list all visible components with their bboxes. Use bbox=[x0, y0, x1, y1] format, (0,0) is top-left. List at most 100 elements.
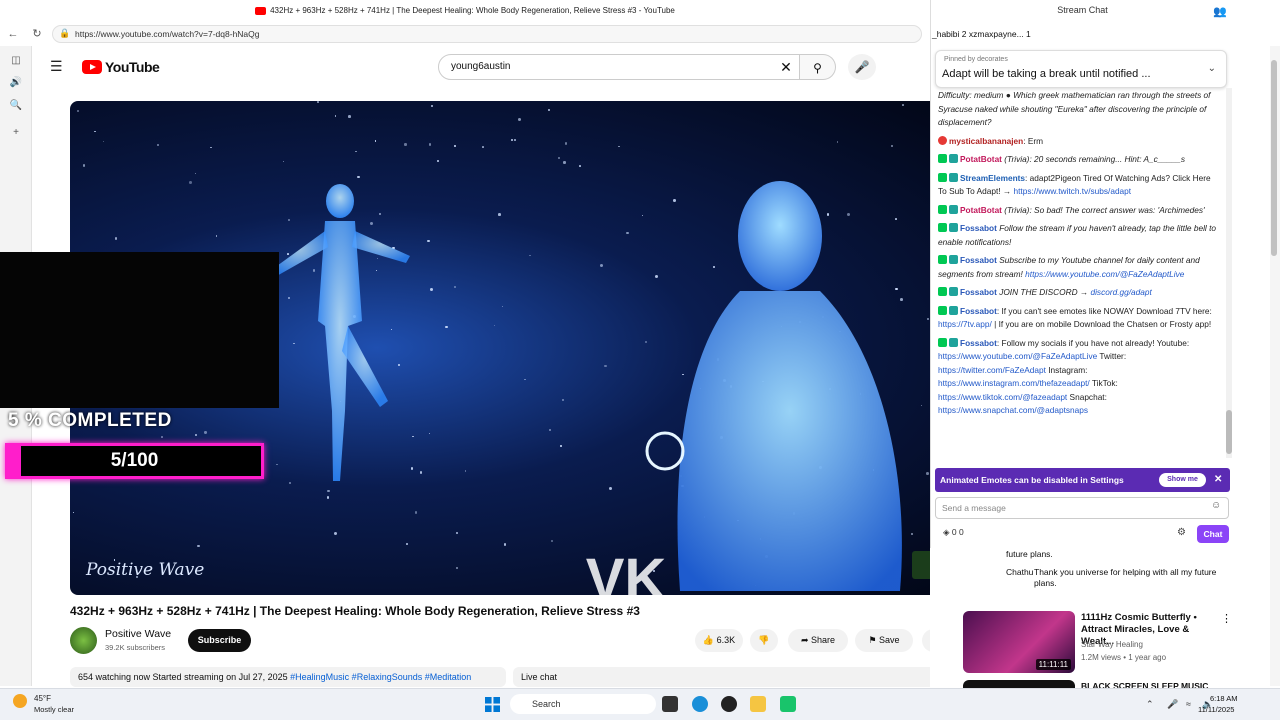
chat-username[interactable]: Fossabot bbox=[960, 338, 997, 348]
chat-username[interactable]: Fossabot bbox=[960, 287, 997, 297]
channel-avatar[interactable] bbox=[70, 627, 97, 654]
chat-link[interactable]: https://7tv.app/ bbox=[938, 319, 992, 329]
search-input[interactable]: young6austin bbox=[438, 54, 800, 80]
chevron-down-icon[interactable]: ⌄ bbox=[1208, 63, 1216, 74]
channel-points[interactable]: ◈ 0 0 bbox=[943, 527, 964, 538]
star bbox=[456, 567, 458, 569]
chat-scrollbar-thumb[interactable] bbox=[1226, 410, 1232, 454]
pinned-message[interactable]: Pinned by decorates Adapt will be taking… bbox=[935, 50, 1227, 88]
chat-send-button[interactable]: Chat bbox=[1197, 525, 1229, 543]
chat-username[interactable]: PotatBotat bbox=[960, 205, 1002, 215]
clock-date[interactable]: 11/11/2025 bbox=[1198, 705, 1234, 714]
description-box[interactable]: 654 watching now Started streaming on Ju… bbox=[70, 667, 506, 687]
star bbox=[564, 142, 568, 146]
recommended-video-channel[interactable]: Star Way Healing bbox=[1081, 640, 1143, 649]
chat-link[interactable]: https://www.twitch.tv/subs/adapt bbox=[1014, 186, 1132, 196]
star bbox=[102, 140, 104, 143]
gear-icon[interactable]: ⚙ bbox=[1177, 527, 1186, 538]
weather-description[interactable]: Mostly clear bbox=[34, 705, 74, 714]
recommended-video-thumbnail[interactable]: 11:11:11 bbox=[963, 611, 1075, 673]
emoji-picker-icon[interactable]: ☺ bbox=[1211, 500, 1221, 511]
chat-username[interactable]: Fossabot bbox=[960, 306, 997, 316]
chat-link[interactable]: https://www.tiktok.com/@fazeadapt bbox=[938, 392, 1067, 402]
clock-time[interactable]: 6:18 AM bbox=[1210, 694, 1238, 703]
chat-users-icon[interactable]: 👥 bbox=[1213, 5, 1227, 18]
task-view-icon[interactable] bbox=[662, 696, 678, 712]
chevron-up-icon[interactable]: ⌃ bbox=[1146, 699, 1154, 710]
recommended-video-thumbnail[interactable] bbox=[963, 680, 1075, 688]
search-sidebar-icon[interactable]: 🔍 bbox=[7, 97, 25, 115]
more-vertical-icon[interactable]: ⋮ bbox=[1221, 612, 1232, 625]
weather-temperature[interactable]: 45°F bbox=[34, 694, 51, 703]
star bbox=[626, 231, 629, 235]
file-explorer-icon[interactable] bbox=[750, 696, 766, 712]
windows-start-icon[interactable] bbox=[485, 697, 500, 712]
chat-link[interactable]: https://www.snapchat.com/@adaptsnaps bbox=[938, 405, 1088, 415]
channel-name[interactable]: Positive Wave bbox=[105, 628, 171, 640]
chat-username[interactable]: Fossabot bbox=[960, 223, 997, 233]
hamburger-menu-icon[interactable]: ☰ bbox=[50, 58, 66, 74]
star bbox=[161, 436, 163, 439]
search-button[interactable]: ⚲ bbox=[800, 54, 836, 80]
live-chat-snippet-user[interactable]: Chathu bbox=[1006, 567, 1033, 577]
lock-icon: 🔒 bbox=[59, 28, 71, 38]
save-button[interactable]: ⚑ Save bbox=[855, 629, 913, 652]
youtube-logo[interactable]: YouTube bbox=[82, 59, 160, 75]
message-text: | If you are on mobile Download the Chat… bbox=[991, 319, 1212, 329]
user-badge-icon bbox=[938, 135, 947, 145]
voice-search-button[interactable]: 🎤 bbox=[848, 54, 876, 80]
star bbox=[355, 150, 357, 152]
back-arrow-icon[interactable]: ← bbox=[4, 25, 22, 43]
close-icon[interactable]: ✕ bbox=[1214, 468, 1222, 492]
message-text: Erm bbox=[1025, 135, 1044, 146]
message-text: : If you can't see emotes like NOWAY Dow… bbox=[996, 305, 1212, 316]
chat-username[interactable]: Fossabot bbox=[960, 255, 997, 265]
chat-link[interactable]: https://www.instagram.com/thefazeadapt/ bbox=[938, 378, 1090, 388]
url-input[interactable]: https://www.youtube.com/watch?v=7-dq8-hN… bbox=[52, 25, 922, 43]
chat-username[interactable]: PotatBotat bbox=[960, 154, 1002, 164]
points-value: 0 0 bbox=[951, 527, 964, 537]
dislike-button[interactable]: 👎 bbox=[750, 629, 778, 652]
star bbox=[514, 139, 516, 141]
description-tags[interactable]: #HealingMusic #RelaxingSounds #Meditatio… bbox=[290, 672, 471, 682]
chat-message: Fossabot: If you can't see emotes like N… bbox=[938, 305, 1220, 332]
live-chat-header[interactable]: Live chat bbox=[513, 667, 947, 687]
chat-link[interactable]: https://twitter.com/FaZeAdapt bbox=[938, 365, 1046, 375]
chat-link[interactable]: https://www.youtube.com/@FaZeAdaptLive bbox=[1025, 269, 1184, 279]
chat-leaderboard-bar[interactable]: _habibi 2 xzmaxpayne... 1 bbox=[930, 26, 1235, 42]
sound-icon[interactable]: 🔊 bbox=[7, 74, 25, 92]
star bbox=[82, 164, 86, 167]
chat-message-input[interactable]: Send a message bbox=[935, 497, 1229, 519]
chat-link[interactable]: discord.gg/adapt bbox=[1090, 287, 1151, 297]
new-tab-icon[interactable]: + bbox=[7, 124, 25, 142]
moderator-badge-icon bbox=[938, 305, 947, 315]
edge-icon[interactable] bbox=[692, 696, 708, 712]
chat-scrollbar[interactable] bbox=[1226, 88, 1232, 458]
thumbs-up-icon: 👍 bbox=[702, 635, 715, 645]
show-me-button[interactable]: Show me bbox=[1159, 473, 1206, 487]
star bbox=[557, 157, 560, 160]
microphone-tray-icon[interactable]: 🎤 bbox=[1167, 699, 1178, 710]
bot-badge-icon bbox=[949, 172, 958, 182]
like-button[interactable]: 👍 6.3K bbox=[695, 629, 743, 652]
media-player-icon[interactable] bbox=[721, 696, 737, 712]
star bbox=[517, 118, 521, 122]
chat-username[interactable]: StreamElements bbox=[960, 173, 1025, 183]
live-chat-snippet-message: Thank you universe for helping with all … bbox=[1034, 567, 1217, 588]
star bbox=[195, 172, 197, 174]
wifi-icon[interactable]: ≈ bbox=[1186, 699, 1191, 709]
app-icon[interactable] bbox=[780, 696, 796, 712]
page-scrollbar-thumb[interactable] bbox=[1271, 60, 1277, 256]
weather-icon[interactable] bbox=[13, 694, 27, 708]
refresh-icon[interactable]: ↻ bbox=[28, 25, 46, 43]
youtube-play-icon bbox=[82, 60, 102, 74]
tabs-icon[interactable]: ◫ bbox=[7, 52, 25, 70]
taskbar-search[interactable]: Search bbox=[510, 694, 656, 714]
star bbox=[93, 130, 96, 133]
share-button[interactable]: ➦ Share bbox=[788, 629, 848, 652]
clear-search-icon[interactable]: ✕ bbox=[777, 58, 795, 76]
recommended-video-title[interactable]: BLACK SCREEN SLEEP MUSIC bbox=[1081, 680, 1241, 688]
chat-link[interactable]: https://www.youtube.com/@FaZeAdaptLive bbox=[938, 351, 1097, 361]
chat-username[interactable]: mysticalbananajen bbox=[949, 136, 1023, 146]
subscribe-button[interactable]: Subscribe bbox=[188, 629, 251, 652]
